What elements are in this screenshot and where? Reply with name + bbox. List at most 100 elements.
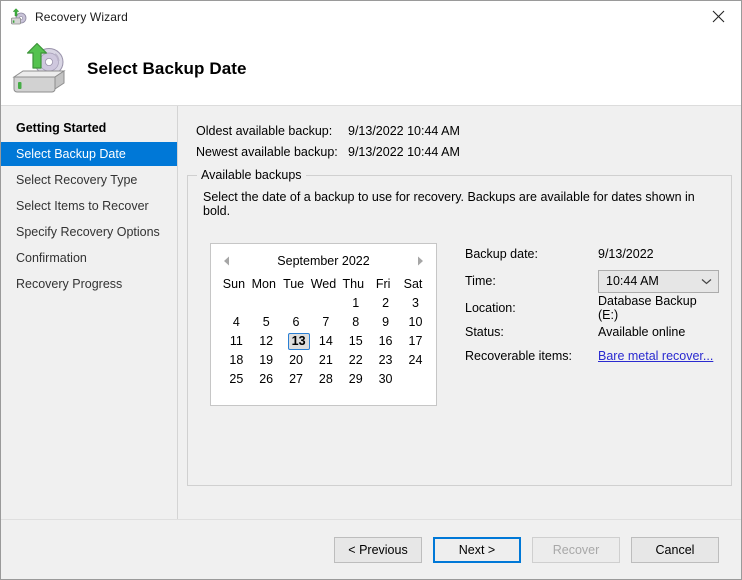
backup-date-calendar[interactable]: September 2022 Sun Mon Tue — [210, 243, 437, 406]
location-label: Location: — [465, 301, 598, 315]
calendar-day-cell[interactable]: 12 — [249, 332, 279, 351]
recoverable-items-row: Recoverable items: Bare metal recover... — [465, 345, 719, 367]
calendar-weekday-row: Sun Mon Tue Wed Thu Fri Sat — [219, 274, 428, 294]
calendar-week-row: 123 — [219, 294, 428, 313]
sidebar-item-select-backup-date[interactable]: Select Backup Date — [1, 142, 177, 166]
hard-drive-restore-icon — [11, 41, 73, 97]
wizard-footer: < Previous Next > Recover Cancel — [1, 519, 741, 579]
calendar-day-cell[interactable]: 25 — [219, 370, 249, 389]
close-icon[interactable] — [696, 1, 741, 31]
recoverable-items-label: Recoverable items: — [465, 349, 598, 363]
sidebar-item-specify-recovery-options[interactable]: Specify Recovery Options — [1, 220, 177, 244]
page-title: Select Backup Date — [87, 59, 247, 79]
calendar-day-cell[interactable]: 3 — [398, 294, 428, 313]
calendar-day-label: 25 — [227, 372, 246, 387]
calendar-day-cell[interactable]: 7 — [309, 313, 339, 332]
calendar-day-cell[interactable]: 13 — [279, 332, 309, 351]
previous-button[interactable]: < Previous — [334, 537, 422, 563]
sidebar-item-select-items-to-recover[interactable]: Select Items to Recover — [1, 194, 177, 218]
location-value: Database Backup (E:) — [598, 294, 719, 322]
calendar-day-label: 3 — [406, 296, 425, 311]
calendar-day-cell[interactable]: 18 — [219, 351, 249, 370]
time-dropdown[interactable]: 10:44 AM — [598, 270, 719, 293]
calendar-day-cell[interactable]: 30 — [368, 370, 398, 389]
calendar-day-cell[interactable]: 14 — [309, 332, 339, 351]
triangle-left-icon[interactable] — [219, 256, 235, 266]
triangle-right-icon[interactable] — [412, 256, 428, 266]
calendar-week-row: 1819 20 2122 23 24 — [219, 351, 428, 370]
calendar-empty-cell — [279, 294, 309, 313]
calendar-day-label: 20 — [287, 353, 306, 368]
calendar-day-cell[interactable]: 23 — [368, 351, 398, 370]
calendar-day-cell[interactable]: 20 — [279, 351, 309, 370]
calendar-day-cell[interactable]: 27 — [279, 370, 309, 389]
calendar-weekday: Fri — [368, 274, 398, 294]
calendar-day-cell[interactable]: 1 — [338, 294, 368, 313]
oldest-backup-row: Oldest available backup: 9/13/2022 10:44… — [196, 120, 732, 141]
calendar-empty-cell — [249, 294, 279, 313]
backup-date-row: Backup date: 9/13/2022 — [465, 243, 719, 265]
next-button[interactable]: Next > — [433, 537, 521, 563]
calendar-day-label: 24 — [406, 353, 425, 368]
groupbox-description: Select the date of a backup to use for r… — [203, 190, 719, 218]
calendar-weekday: Tue — [279, 274, 309, 294]
oldest-backup-value: 9/13/2022 10:44 AM — [348, 124, 460, 138]
calendar-day-cell[interactable]: 5 — [249, 313, 279, 332]
calendar-day-cell[interactable]: 15 — [338, 332, 368, 351]
newest-backup-row: Newest available backup: 9/13/2022 10:44… — [196, 141, 732, 162]
calendar-empty-cell — [219, 294, 249, 313]
available-backups-groupbox: Available backups Select the date of a b… — [187, 175, 732, 486]
sidebar-item-confirmation[interactable]: Confirmation — [1, 246, 177, 270]
calendar-day-cell[interactable]: 10 — [398, 313, 428, 332]
calendar-header: September 2022 — [219, 250, 428, 272]
calendar-day-cell[interactable]: 16 — [368, 332, 398, 351]
calendar-weekday: Mon — [249, 274, 279, 294]
calendar-day-cell[interactable]: 29 — [338, 370, 368, 389]
recoverable-items-link[interactable]: Bare metal recover... — [598, 349, 713, 363]
calendar-day-cell[interactable]: 11 — [219, 332, 249, 351]
calendar-day-label: 10 — [406, 315, 425, 330]
calendar-day-cell[interactable]: 28 — [309, 370, 339, 389]
calendar-day-cell[interactable]: 26 — [249, 370, 279, 389]
cancel-button[interactable]: Cancel — [631, 537, 719, 563]
calendar-day-label: 5 — [257, 315, 276, 330]
calendar-day-cell[interactable]: 2 — [368, 294, 398, 313]
status-row: Status: Available online — [465, 321, 719, 343]
calendar-day-cell[interactable]: 6 — [279, 313, 309, 332]
calendar-day-label: 30 — [376, 372, 395, 387]
calendar-day-cell[interactable]: 19 — [249, 351, 279, 370]
calendar-day-cell[interactable]: 4 — [219, 313, 249, 332]
calendar-day-cell[interactable]: 22 — [338, 351, 368, 370]
calendar-day-cell[interactable]: 8 — [338, 313, 368, 332]
calendar-day-cell[interactable]: 17 — [398, 332, 428, 351]
sidebar-item-select-recovery-type[interactable]: Select Recovery Type — [1, 168, 177, 192]
backup-availability-info: Oldest available backup: 9/13/2022 10:44… — [196, 120, 732, 162]
calendar-day-label: 4 — [227, 315, 246, 330]
calendar-day-label: 15 — [346, 334, 365, 349]
calendar-month-title[interactable]: September 2022 — [235, 254, 412, 268]
backup-selection-row: September 2022 Sun Mon Tue — [200, 243, 719, 406]
window-title: Recovery Wizard — [35, 11, 128, 23]
calendar-day-cell[interactable]: 24 — [398, 351, 428, 370]
sidebar-item-recovery-progress[interactable]: Recovery Progress — [1, 272, 177, 296]
page-banner: Select Backup Date — [1, 32, 741, 106]
calendar-weeks: 1234567891011121314151617181920212223242… — [219, 294, 428, 389]
calendar-week-row: 456789 10 — [219, 313, 428, 332]
calendar-weekday: Thu — [338, 274, 368, 294]
calendar-day-label: 17 — [406, 334, 425, 349]
calendar-day-label: 16 — [376, 334, 395, 349]
newest-backup-label: Newest available backup: — [196, 145, 348, 159]
calendar-day-cell[interactable]: 21 — [309, 351, 339, 370]
calendar-day-cell[interactable]: 9 — [368, 313, 398, 332]
calendar-day-label: 8 — [346, 315, 365, 330]
status-value: Available online — [598, 325, 685, 339]
calendar-day-label: 21 — [316, 353, 335, 368]
sidebar-item-getting-started[interactable]: Getting Started — [1, 116, 177, 140]
calendar-day-label: 2 — [376, 296, 395, 311]
calendar-weekday: Sun — [219, 274, 249, 294]
calendar-grid: Sun Mon Tue Wed Thu Fri Sat 123456789101… — [219, 274, 428, 389]
calendar-day-label: 23 — [376, 353, 395, 368]
calendar-day-label: 12 — [257, 334, 276, 349]
time-row: Time: 10:44 AM — [465, 267, 719, 295]
calendar-day-label: 11 — [227, 334, 246, 349]
